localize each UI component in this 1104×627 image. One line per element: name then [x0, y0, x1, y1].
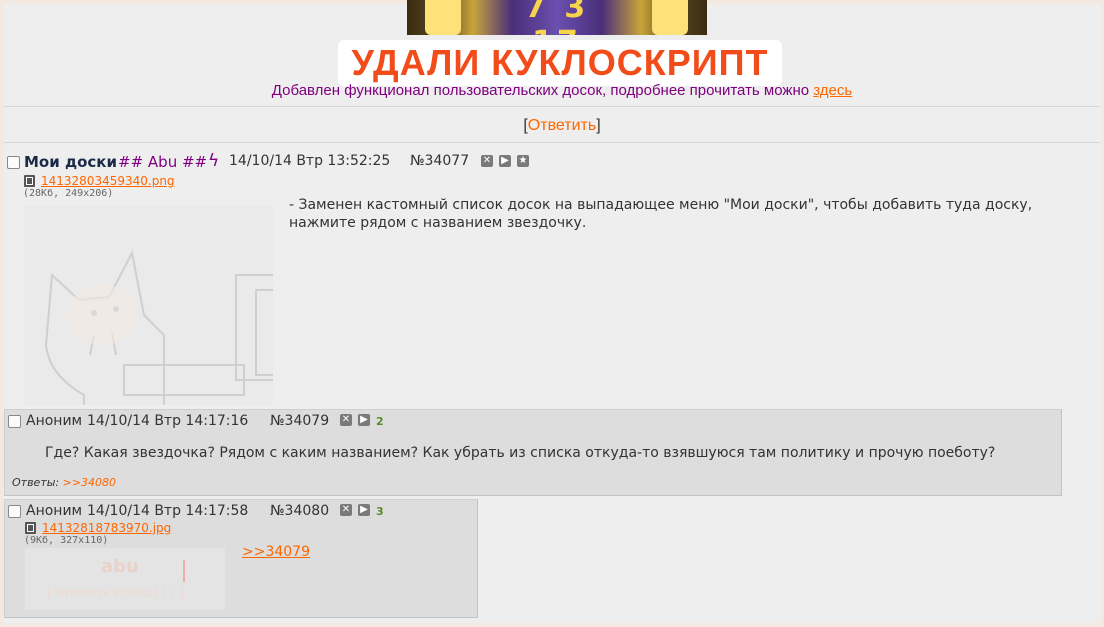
- reply-post: Аноним 14/10/14 Втр 14:17:58 №34080 ✕ ▶ …: [4, 499, 478, 618]
- answers: Ответы: >>34080: [12, 476, 116, 489]
- image-text: abu: [101, 556, 139, 577]
- post-tripcode: ## Abu ##: [118, 153, 208, 171]
- answer-ref-link[interactable]: >>34080: [63, 476, 116, 489]
- post-select-checkbox[interactable]: [8, 505, 21, 518]
- board-title: УДАЛИ КУКЛОСКРИПТ: [351, 42, 769, 83]
- file-link[interactable]: 14132818783970.jpg: [42, 521, 171, 535]
- star-icon[interactable]: ★: [517, 155, 529, 167]
- board-banner[interactable]: 7 3 17: [407, 0, 707, 35]
- banner-number: 7 3 17: [524, 0, 590, 35]
- reply-button[interactable]: Ответить: [528, 117, 596, 134]
- image-mark: [183, 560, 185, 582]
- file-link[interactable]: 14132803459340.png: [41, 174, 175, 188]
- bottom-border: [0, 623, 1104, 627]
- post-select-checkbox[interactable]: [8, 415, 21, 428]
- post-date: 14/10/14 Втр 13:52:25: [229, 153, 391, 169]
- file-icon: [25, 522, 36, 534]
- x-icon[interactable]: ✕: [340, 414, 352, 426]
- lightning-icon: ϟ: [208, 151, 220, 171]
- post-title: Мои доски: [24, 153, 117, 171]
- quote-link[interactable]: >>34079: [242, 544, 310, 560]
- reply-count[interactable]: 2: [376, 415, 384, 428]
- divider-bottom: [4, 142, 1100, 143]
- announcement-text: Добавлен функционал пользовательских дос…: [271, 82, 810, 99]
- play-icon[interactable]: ▶: [499, 155, 511, 167]
- reply-count[interactable]: 3: [376, 505, 384, 518]
- post-author: Аноним: [26, 413, 83, 429]
- bracket-close: ]: [596, 117, 601, 134]
- x-icon[interactable]: ✕: [481, 155, 493, 167]
- announcement: Добавлен функционал пользовательских дос…: [0, 82, 1104, 99]
- file-meta: (9Кб, 327x110): [24, 535, 109, 546]
- post-image[interactable]: abu [ Ответить в тред ] [ c ]: [25, 548, 225, 610]
- post-text: Где? Какая звездочка? Рядом с каким назв…: [45, 445, 996, 461]
- post-number[interactable]: №34079: [270, 413, 329, 429]
- banner-player-left: [425, 0, 461, 35]
- post-text-line: нажмите рядом с названием звездочку.: [289, 215, 587, 231]
- file-icon: [24, 175, 35, 187]
- cat-illustration: [45, 250, 277, 405]
- banner-player-right: [652, 0, 688, 35]
- announcement-link[interactable]: здесь: [813, 82, 852, 99]
- post-author: Аноним: [26, 503, 83, 519]
- play-icon[interactable]: ▶: [358, 504, 370, 516]
- post-text-line: - Заменен кастомный список досок на выпа…: [289, 197, 1033, 213]
- post-number[interactable]: №34080: [270, 503, 329, 519]
- post-date: 14/10/14 Втр 14:17:16: [87, 413, 249, 429]
- divider-top: [4, 106, 1100, 107]
- post-number[interactable]: №34077: [410, 153, 469, 169]
- answers-label: Ответы:: [12, 476, 60, 489]
- x-icon[interactable]: ✕: [340, 504, 352, 516]
- post-text: - Заменен кастомный список досок на выпа…: [289, 196, 1079, 232]
- post-image[interactable]: [24, 205, 277, 405]
- reply-post: Аноним 14/10/14 Втр 14:17:16 №34079 ✕ ▶ …: [4, 409, 1062, 496]
- play-icon[interactable]: ▶: [358, 414, 370, 426]
- file-meta: (28Кб, 249x206): [23, 188, 114, 199]
- image-caption: [ Ответить в тред ] [ c ]: [47, 586, 184, 599]
- post-date: 14/10/14 Втр 14:17:58: [87, 503, 249, 519]
- post-select-checkbox[interactable]: [7, 156, 20, 169]
- reply-thread-nav: [Ответить]: [0, 117, 1104, 135]
